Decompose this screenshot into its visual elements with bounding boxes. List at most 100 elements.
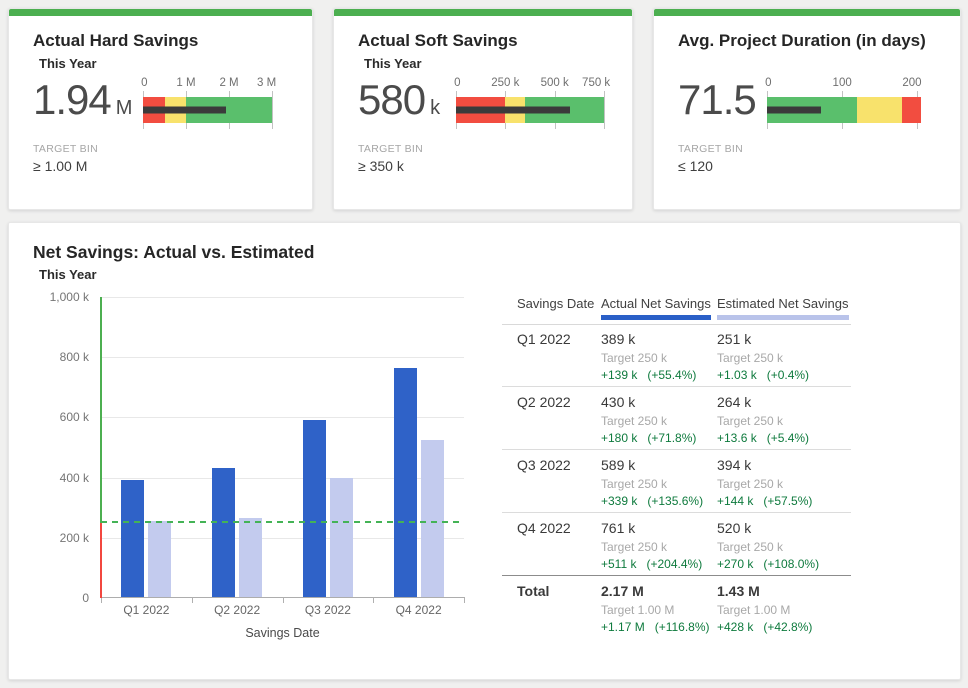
actual-variance: +1.17 M(+116.8%) <box>601 620 710 634</box>
kpi-card-actual-soft-savings[interactable]: Actual Soft Savings This Year 580k 0250 … <box>333 8 633 210</box>
row-date-label: Total <box>517 583 549 599</box>
table-row: Q1 2022389 kTarget 250 k+139 k(+55.4%)25… <box>502 324 851 387</box>
actual-variance: +339 k (+135.6%) <box>601 494 703 508</box>
kpi-card-actual-hard-savings[interactable]: Actual Hard Savings This Year 1.94M 01 M… <box>8 8 313 210</box>
kpi-value: 71.5 <box>678 79 761 121</box>
variance-amount: +1.03 k <box>717 368 757 382</box>
variance-amount: +339 k <box>601 494 637 508</box>
actual-variance: +139 k(+55.4%) <box>601 368 696 382</box>
bullet-tick-label: 750 k <box>582 77 610 89</box>
target-bin-value: ≥ 350 k <box>358 158 404 174</box>
variance-percent: (+71.8%) <box>647 431 696 445</box>
kpi-subtitle: This Year <box>39 56 97 71</box>
table-row: Q2 2022430 kTarget 250 k+180 k(+71.8%)26… <box>502 387 851 450</box>
estimated-cell: 264 kTarget 250 k+13.6 k(+5.4%) <box>717 394 809 445</box>
actual-value: 589 k <box>601 457 703 473</box>
estimated-value: 394 k <box>717 457 812 473</box>
estimated-variance: +270 k(+108.0%) <box>717 557 819 571</box>
bullet-measure-bar <box>456 107 570 114</box>
series-legend-bar <box>717 315 849 320</box>
bullet-tick-label: 2 M <box>219 77 238 89</box>
kpi-card-avg-project-duration[interactable]: Avg. Project Duration (in days) 71.5 010… <box>653 8 961 210</box>
target-bin-label: TARGET BIN <box>33 143 98 155</box>
estimated-value: 251 k <box>717 331 809 347</box>
estimated-variance: +13.6 k(+5.4%) <box>717 431 809 445</box>
y-axis-label: 600 k <box>60 410 89 424</box>
target-bin-label: TARGET BIN <box>358 143 423 155</box>
x-axis-title: Savings Date <box>101 626 464 640</box>
bullet-measure-bar <box>143 107 226 114</box>
actual-target: Target 250 k <box>601 540 702 554</box>
bullet-tick-label: 0 <box>454 77 460 89</box>
estimated-target: Target 250 k <box>717 414 809 428</box>
bar-group-q4-2022: Q4 2022 <box>373 297 464 597</box>
bar-group-q3-2022: Q3 2022 <box>283 297 374 597</box>
estimated-bar-q3-2022[interactable] <box>330 478 353 597</box>
y-axis-line-above-target <box>100 297 102 523</box>
bullet-range-segment <box>857 97 902 123</box>
kpi-value-number: 580 <box>358 79 425 121</box>
chart-subtitle: This Year <box>39 267 97 282</box>
card-accent-bar <box>9 9 312 16</box>
estimated-bar-q2-2022[interactable] <box>239 518 262 597</box>
actual-target: Target 250 k <box>601 351 696 365</box>
estimated-bar-q4-2022[interactable] <box>421 440 444 597</box>
y-axis-line-below-target <box>100 523 102 598</box>
variance-amount: +139 k <box>601 368 637 382</box>
estimated-cell: 394 kTarget 250 k+144 k(+57.5%) <box>717 457 812 508</box>
bullet-tick-label: 3 M <box>257 77 276 89</box>
bullet-chart: 0250 k500 k750 k <box>456 77 604 133</box>
actual-target: Target 1.00 M <box>601 603 710 617</box>
bullet-tick <box>604 91 605 129</box>
net-savings-panel[interactable]: Net Savings: Actual vs. Estimated This Y… <box>8 222 961 680</box>
bullet-tick-label: 200 <box>902 77 921 89</box>
bullet-tick-label: 100 <box>833 77 852 89</box>
bullet-tick-label: 250 k <box>491 77 519 89</box>
actual-bar-q1-2022[interactable] <box>121 480 144 597</box>
x-axis-tick <box>373 597 374 603</box>
x-axis-tick <box>192 597 193 603</box>
card-accent-bar <box>654 9 960 16</box>
target-line <box>101 521 464 523</box>
actual-value: 2.17 M <box>601 583 710 599</box>
actual-bar-q4-2022[interactable] <box>394 368 417 597</box>
bullet-tick-label: 0 <box>141 77 147 89</box>
estimated-value: 1.43 M <box>717 583 812 599</box>
table-column-header: Estimated Net Savings <box>717 296 849 320</box>
estimated-variance: +428 k(+42.8%) <box>717 620 812 634</box>
actual-bar-q2-2022[interactable] <box>212 468 235 597</box>
variance-amount: +270 k <box>717 557 753 571</box>
bullet-tick-label: 500 k <box>541 77 569 89</box>
bullet-range-segment <box>902 97 921 123</box>
actual-cell: 2.17 M Target 1.00 M +1.17 M(+116.8%) <box>601 583 710 634</box>
estimated-cell: 520 kTarget 250 k+270 k(+108.0%) <box>717 520 819 571</box>
kpi-value-unit: k <box>430 97 440 120</box>
bullet-tick-label: 0 <box>765 77 771 89</box>
kpi-value-number: 1.94 <box>33 79 111 121</box>
actual-cell: 761 kTarget 250 k+511 k(+204.4%) <box>601 520 702 571</box>
table-column-header-label: Actual Net Savings <box>601 296 711 311</box>
bar-group-container: Q1 2022Q2 2022Q3 2022Q4 2022 <box>101 297 464 597</box>
table-row: Total 2.17 M Target 1.00 M +1.17 M(+116.8%)… <box>502 576 851 646</box>
actual-cell: 389 kTarget 250 k+139 k(+55.4%) <box>601 331 696 382</box>
series-legend-bar <box>601 315 711 320</box>
variance-percent: (+0.4%) <box>767 368 809 382</box>
bar-chart-plot: 1,000 k800 k600 k400 k200 k0Q1 2022Q2 20… <box>101 297 464 598</box>
x-axis-label: Q2 2022 <box>192 603 283 617</box>
actual-target: Target 250 k <box>601 414 696 428</box>
variance-percent: (+135.6%) <box>647 494 703 508</box>
row-date-label: Q2 2022 <box>517 394 571 410</box>
estimated-bar-q1-2022[interactable] <box>148 521 171 597</box>
actual-bar-q3-2022[interactable] <box>303 420 326 597</box>
table-column-header: Actual Net Savings <box>601 296 711 320</box>
estimated-variance: +144 k(+57.5%) <box>717 494 812 508</box>
table-column-header-label: Savings Date <box>517 296 594 311</box>
estimated-variance: +1.03 k (+0.4%) <box>717 368 809 382</box>
target-bin-value: ≤ 120 <box>678 158 713 174</box>
actual-value: 761 k <box>601 520 702 536</box>
kpi-card-row: Actual Hard Savings This Year 1.94M 01 M… <box>8 8 961 210</box>
bullet-tick-label: 1 M <box>176 77 195 89</box>
y-axis-label: 1,000 k <box>50 290 89 304</box>
estimated-target: Target 1.00 M <box>717 603 812 617</box>
actual-target: Target 250 k <box>601 477 703 491</box>
